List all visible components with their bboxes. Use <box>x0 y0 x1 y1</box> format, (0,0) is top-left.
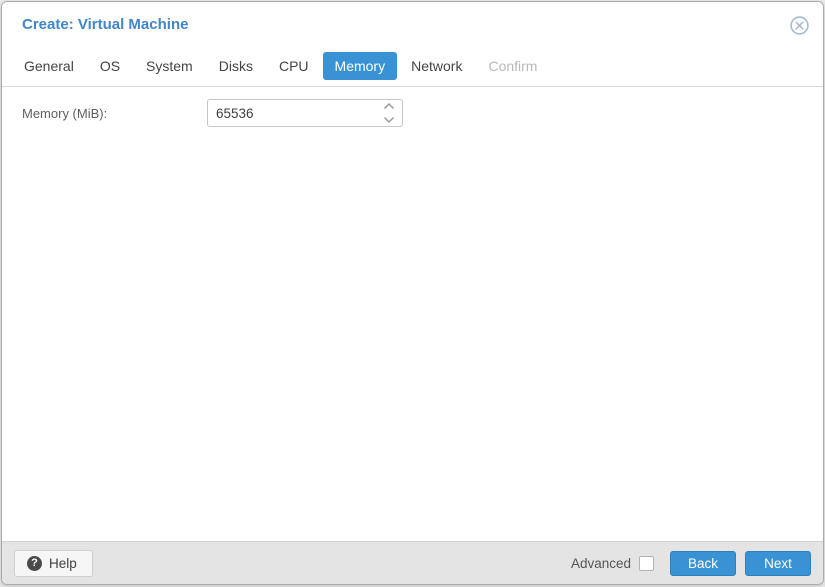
memory-field-label: Memory (MiB): <box>22 105 108 121</box>
tab-confirm: Confirm <box>488 58 538 74</box>
dialog-titlebar: Create: Virtual Machine <box>2 2 823 48</box>
wizard-tabbar: General OS System Disks CPU Memory Netwo… <box>2 48 823 87</box>
chevron-up-icon <box>383 102 395 110</box>
tab-disks[interactable]: Disks <box>207 52 265 80</box>
tab-system[interactable]: System <box>134 52 205 80</box>
tab-general[interactable]: General <box>12 52 86 80</box>
memory-input[interactable] <box>207 99 403 127</box>
memory-spinner-arrows[interactable] <box>382 102 396 124</box>
tab-os[interactable]: OS <box>88 52 132 80</box>
create-vm-dialog: Create: Virtual Machine General OS Syste… <box>1 1 824 585</box>
memory-panel: Memory (MiB): <box>2 87 823 541</box>
next-button[interactable]: Next <box>745 550 811 576</box>
help-button[interactable]: ? Help <box>14 549 93 577</box>
back-button[interactable]: Back <box>670 550 736 576</box>
close-icon[interactable] <box>790 16 809 35</box>
chevron-down-icon <box>383 116 395 124</box>
help-button-label: Help <box>49 555 77 571</box>
dialog-title: Create: Virtual Machine <box>22 16 189 33</box>
question-circle-icon: ? <box>27 555 42 571</box>
advanced-checkbox[interactable] <box>639 555 654 571</box>
advanced-label: Advanced <box>570 555 631 571</box>
memory-spinner-field <box>207 99 403 127</box>
footer-actions: Advanced Back Next <box>570 550 811 576</box>
tab-memory[interactable]: Memory <box>322 52 398 80</box>
dialog-footer: ? Help Advanced Back Next <box>2 541 823 584</box>
memory-form-row: Memory (MiB): <box>22 99 803 127</box>
tab-cpu[interactable]: CPU <box>267 52 321 80</box>
tab-network[interactable]: Network <box>399 52 474 80</box>
